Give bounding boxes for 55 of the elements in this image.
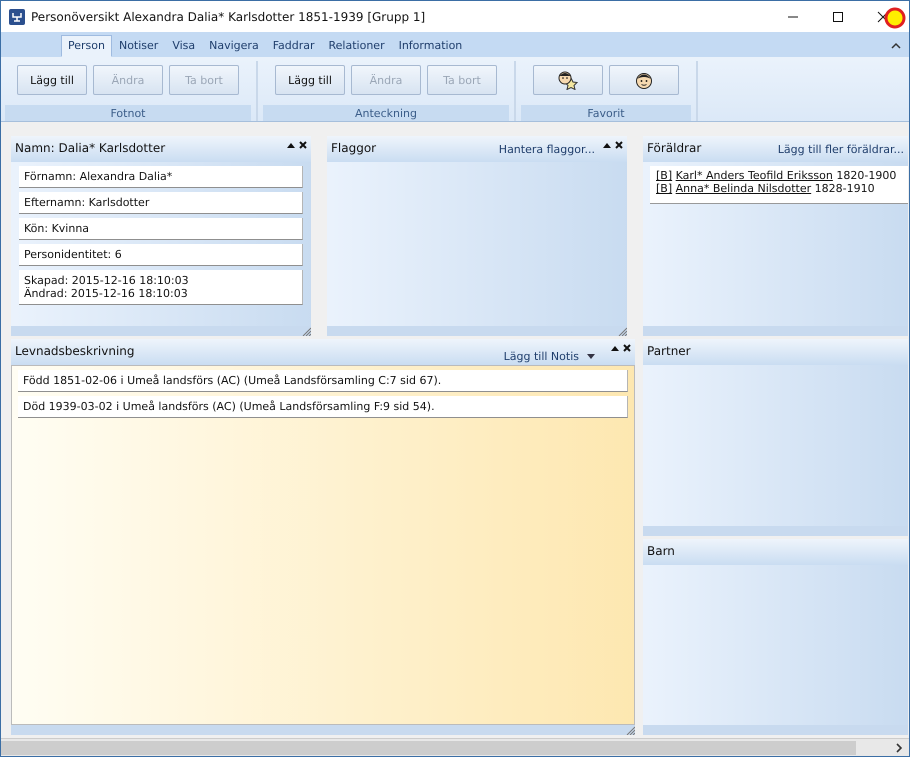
info-field: Skapad: 2015-12-16 18:10:03 Ändrad: 2015-12-16 18:10:03 [19, 270, 303, 305]
ribbon-button[interactable]: Lägg till [17, 65, 87, 95]
ribbon-tab[interactable]: Person [61, 35, 112, 57]
collapse-ribbon-icon[interactable] [891, 42, 901, 50]
panel-title: Flaggor [331, 141, 376, 155]
ribbon-tab[interactable]: Information [392, 35, 470, 57]
info-field: Personidentitet: 6 [19, 244, 303, 266]
ribbon-button[interactable]: Lägg till [275, 65, 345, 95]
ribbon-group-label: Fotnot [5, 105, 251, 121]
ribbon-group-label: Anteckning [263, 105, 509, 121]
ribbon-tab[interactable]: Visa [165, 35, 202, 57]
ribbon-group-label: Favorit [521, 105, 691, 121]
pin-icon[interactable] [603, 142, 611, 148]
caret-icon [587, 354, 595, 359]
ribbon-tab[interactable]: Navigera [202, 35, 266, 57]
panel-title: Namn: Dalia* Karlsdotter [15, 141, 166, 155]
info-field: Efternamn: Karlsdotter [19, 192, 303, 214]
close-icon[interactable] [615, 141, 623, 149]
window-title: Personöversikt Alexandra Dalia* Karlsdotter 1851-1939 [Grupp 1] [31, 10, 426, 24]
maximize-icon[interactable] [832, 10, 844, 22]
parent-name-link[interactable]: Anna* Belinda Nilsdotter [676, 182, 812, 195]
info-field: Kön: Kvinna [19, 218, 303, 240]
close-icon[interactable] [623, 344, 631, 352]
parent-name-link[interactable]: Karl* Anders Teofild Eriksson [676, 169, 833, 182]
favorite-button[interactable] [533, 65, 603, 95]
panel-title: Föräldrar [647, 141, 702, 155]
resize-grip-icon[interactable] [302, 327, 311, 336]
resize-grip-icon[interactable] [626, 726, 635, 735]
add-parents-link[interactable]: Lägg till fler föräldrar... [778, 143, 904, 156]
info-field: Förnamn: Alexandra Dalia* [19, 166, 303, 188]
resize-grip-icon[interactable] [618, 327, 627, 336]
face-star-icon [557, 70, 579, 90]
ribbon-tab[interactable]: Faddrar [266, 35, 322, 57]
parent-tag-link[interactable]: [B] [656, 169, 672, 182]
parent-years: 1820-1900 [836, 169, 896, 182]
horizontal-scrollbar[interactable] [1, 738, 909, 756]
parent-tag-link[interactable]: [B] [656, 182, 672, 195]
panel-title: Levnadsbeskrivning [15, 344, 135, 358]
favorite-button[interactable] [609, 65, 679, 95]
face-icon [635, 70, 653, 90]
life-event-entry: Född 1851-02-06 i Umeå landsförs (AC) (Umeå Landsförsamling C:7 sid 67). [18, 370, 628, 392]
ribbon-tab[interactable]: Relationer [322, 35, 392, 57]
pin-icon[interactable] [611, 345, 619, 351]
ribbon-tab[interactable]: Notiser [112, 35, 166, 57]
app-icon [9, 8, 25, 24]
manage-flags-link[interactable]: Hantera flaggor... [498, 143, 595, 156]
life-event-entry: Död 1939-03-02 i Umeå landsförs (AC) (Umeå Landsförsamling F:9 sid 54). [18, 396, 628, 418]
pin-icon[interactable] [287, 142, 295, 148]
scroll-right-icon[interactable] [895, 742, 903, 752]
cursor-highlight-icon [884, 7, 906, 29]
panel-title: Partner [647, 344, 691, 358]
parent-years: 1828-1910 [814, 182, 875, 195]
add-note-dropdown[interactable]: Lägg till Notis [504, 350, 595, 363]
close-icon[interactable] [299, 141, 307, 149]
panel-title: Barn [647, 544, 675, 558]
